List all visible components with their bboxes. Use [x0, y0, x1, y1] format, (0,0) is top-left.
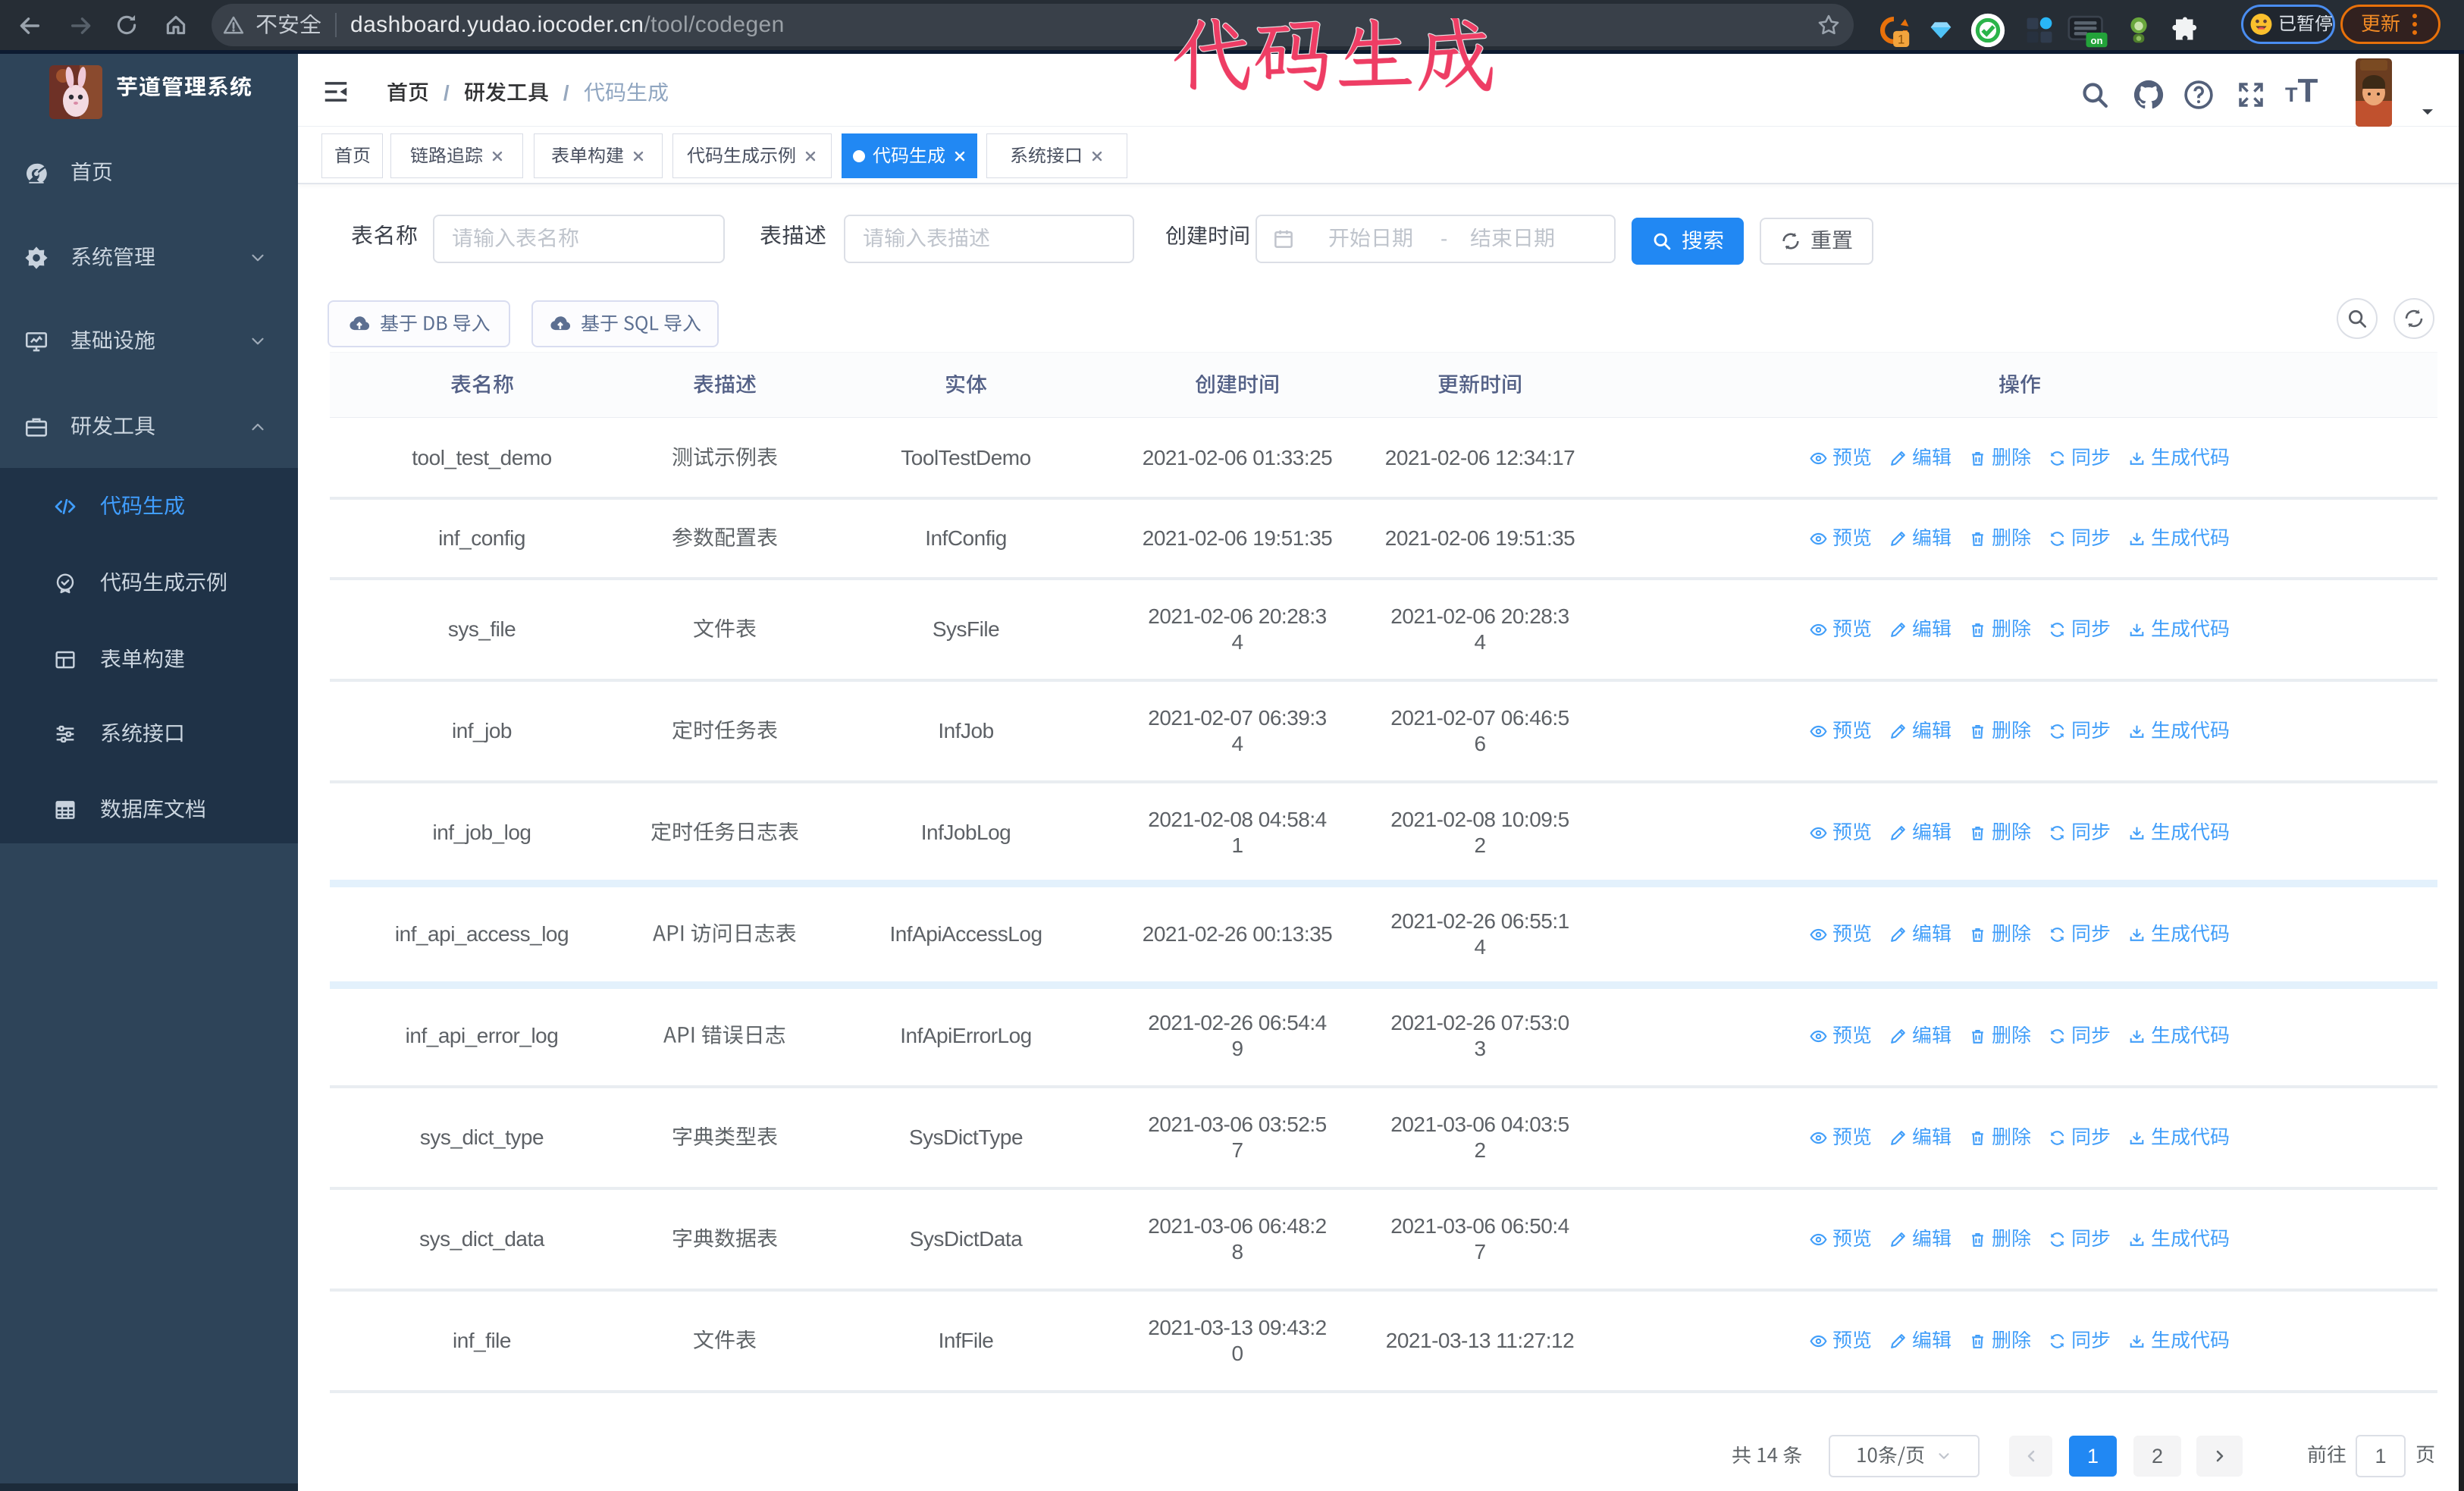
svg-text:1: 1: [1898, 33, 1904, 47]
svg-text:on: on: [2090, 35, 2102, 46]
